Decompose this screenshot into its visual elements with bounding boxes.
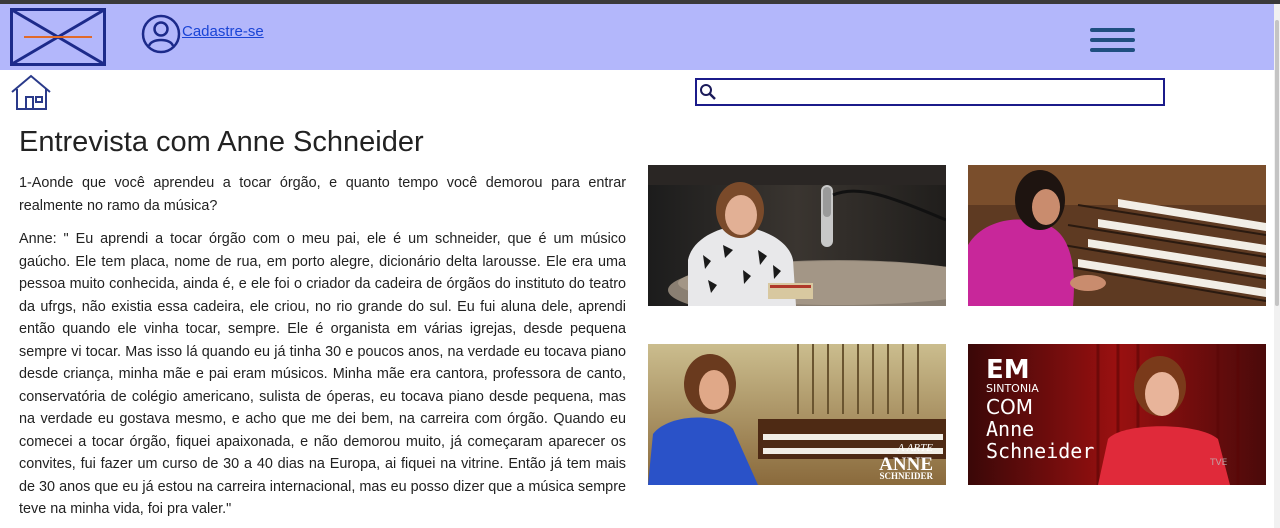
signup-link[interactable]: Cadastre-se: [182, 23, 264, 40]
article-body: 1-Aonde que você aprendeu a tocar órgão,…: [19, 172, 626, 521]
user-icon[interactable]: [141, 14, 181, 54]
photo4-channel-logo: TVE: [1209, 458, 1228, 468]
interview-answer: Anne: " Eu aprendi a tocar órgão com o m…: [19, 231, 626, 517]
page-title: Entrevista com Anne Schneider: [19, 126, 424, 158]
search-input[interactable]: [719, 80, 1159, 104]
photo3-caption-line3: SCHNEIDER: [879, 471, 933, 481]
photo-anne-organ-blue: A ARTE ANNE SCHNEIDER: [648, 344, 946, 485]
photo4-line3: COM: [986, 395, 1033, 419]
site-header: Cadastre-se: [0, 4, 1280, 70]
photo4-line4: Anne: [986, 417, 1034, 441]
photo-anne-radio: [648, 165, 946, 306]
interview-question: 1-Aonde que você aprendeu a tocar órgão,…: [19, 175, 626, 214]
home-icon[interactable]: [9, 73, 53, 111]
photo4-line2: SINTONIA: [986, 382, 1039, 395]
photo-em-sintonia: EM SINTONIA COM Anne Schneider TVE: [968, 344, 1266, 485]
photo4-line1: EM: [986, 355, 1030, 385]
photo4-line5: Schneider: [986, 439, 1094, 463]
search-icon[interactable]: [699, 83, 717, 101]
hamburger-menu-icon[interactable]: [1090, 28, 1135, 54]
photo3-caption-line1: A ARTE: [897, 442, 934, 454]
page-scrollbar-thumb[interactable]: [1275, 20, 1279, 306]
photo-anne-organ-pink: [968, 165, 1266, 306]
search-box[interactable]: [695, 78, 1165, 106]
logo-x-icon[interactable]: [10, 8, 106, 66]
